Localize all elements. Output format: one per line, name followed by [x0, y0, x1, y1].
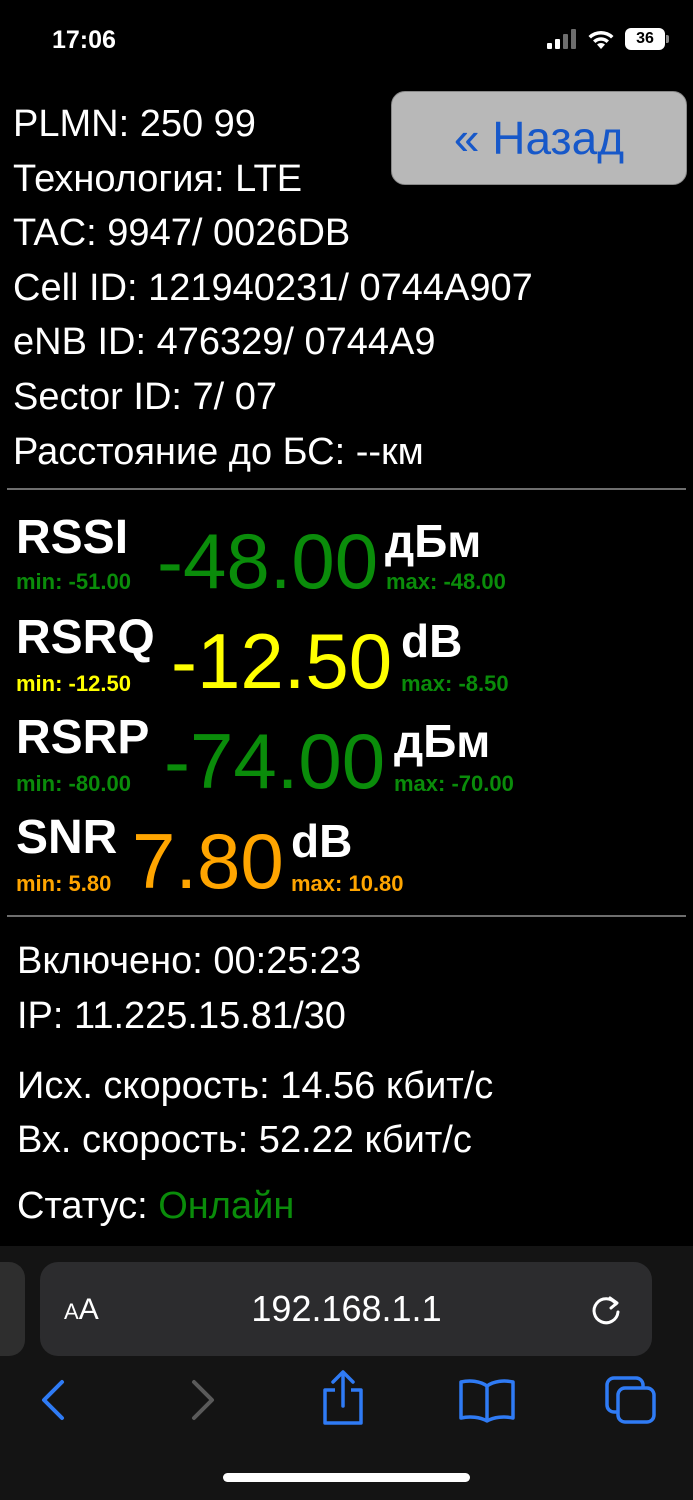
metric-unit: дБм: [385, 515, 482, 567]
wifi-icon: [588, 30, 614, 49]
metric-value: 7.80: [132, 817, 284, 905]
metric-unit: дБм: [394, 715, 491, 767]
metric-name: RSRQ: [16, 611, 155, 664]
upload-speed-text: Исх. скорость: 14.56 кбит/с: [17, 1065, 494, 1107]
metric-name: RSRP: [16, 711, 150, 764]
back-icon[interactable]: [38, 1378, 68, 1422]
reload-icon[interactable]: [586, 1290, 626, 1330]
metric-value: -74.00: [164, 717, 386, 805]
status-icons: 36: [547, 28, 669, 50]
tac-text: TAC: 9947/ 0026DB: [13, 212, 351, 255]
battery-icon: 36: [625, 28, 669, 50]
metric-max: max: -70.00: [394, 771, 514, 796]
metric-max: max: -8.50: [401, 671, 509, 696]
enb-id-text: eNB ID: 476329/ 0744A9: [13, 321, 436, 364]
metric-unit: dB: [291, 815, 353, 867]
metric-unit: dB: [401, 615, 463, 667]
metric-min: min: 5.80: [16, 871, 112, 896]
metric-value: -48.00: [157, 517, 379, 605]
metric-value: -12.50: [171, 617, 393, 705]
status-value: Онлайн: [158, 1185, 295, 1227]
status-line: Статус: Онлайн: [17, 1185, 294, 1228]
metric-min: min: -12.50: [16, 671, 131, 696]
distance-text: Расстояние до БС: --км: [13, 430, 424, 473]
divider: [7, 488, 686, 490]
status-time: 17:06: [52, 26, 116, 54]
download-speed-text: Вх. скорость: 52.22 кбит/с: [17, 1119, 472, 1161]
metric-name: SNR: [16, 811, 118, 864]
metric-min: min: -80.00: [16, 771, 131, 796]
metric-max: max: 10.80: [291, 871, 404, 896]
ip-text: IP: 11.225.15.81/30: [17, 995, 346, 1037]
bookmarks-icon[interactable]: [458, 1378, 516, 1424]
metric-max: max: -48.00: [386, 569, 506, 594]
cellular-signal-icon: [547, 29, 576, 49]
status-label: Статус:: [17, 1185, 159, 1227]
share-icon[interactable]: [320, 1370, 366, 1426]
metric-min: min: -51.00: [16, 569, 131, 594]
uptime-text: Включено: 00:25:23: [17, 940, 362, 982]
forward-icon[interactable]: [188, 1378, 218, 1422]
back-button[interactable]: « Назад: [391, 91, 687, 185]
cell-id-text: Cell ID: 121940231/ 0744A907: [13, 266, 533, 309]
metric-name: RSSI: [16, 511, 129, 564]
sector-id-text: Sector ID: 7/ 07: [13, 375, 278, 418]
home-indicator[interactable]: [223, 1473, 470, 1482]
tabs-icon[interactable]: [604, 1375, 658, 1425]
divider: [7, 915, 686, 917]
